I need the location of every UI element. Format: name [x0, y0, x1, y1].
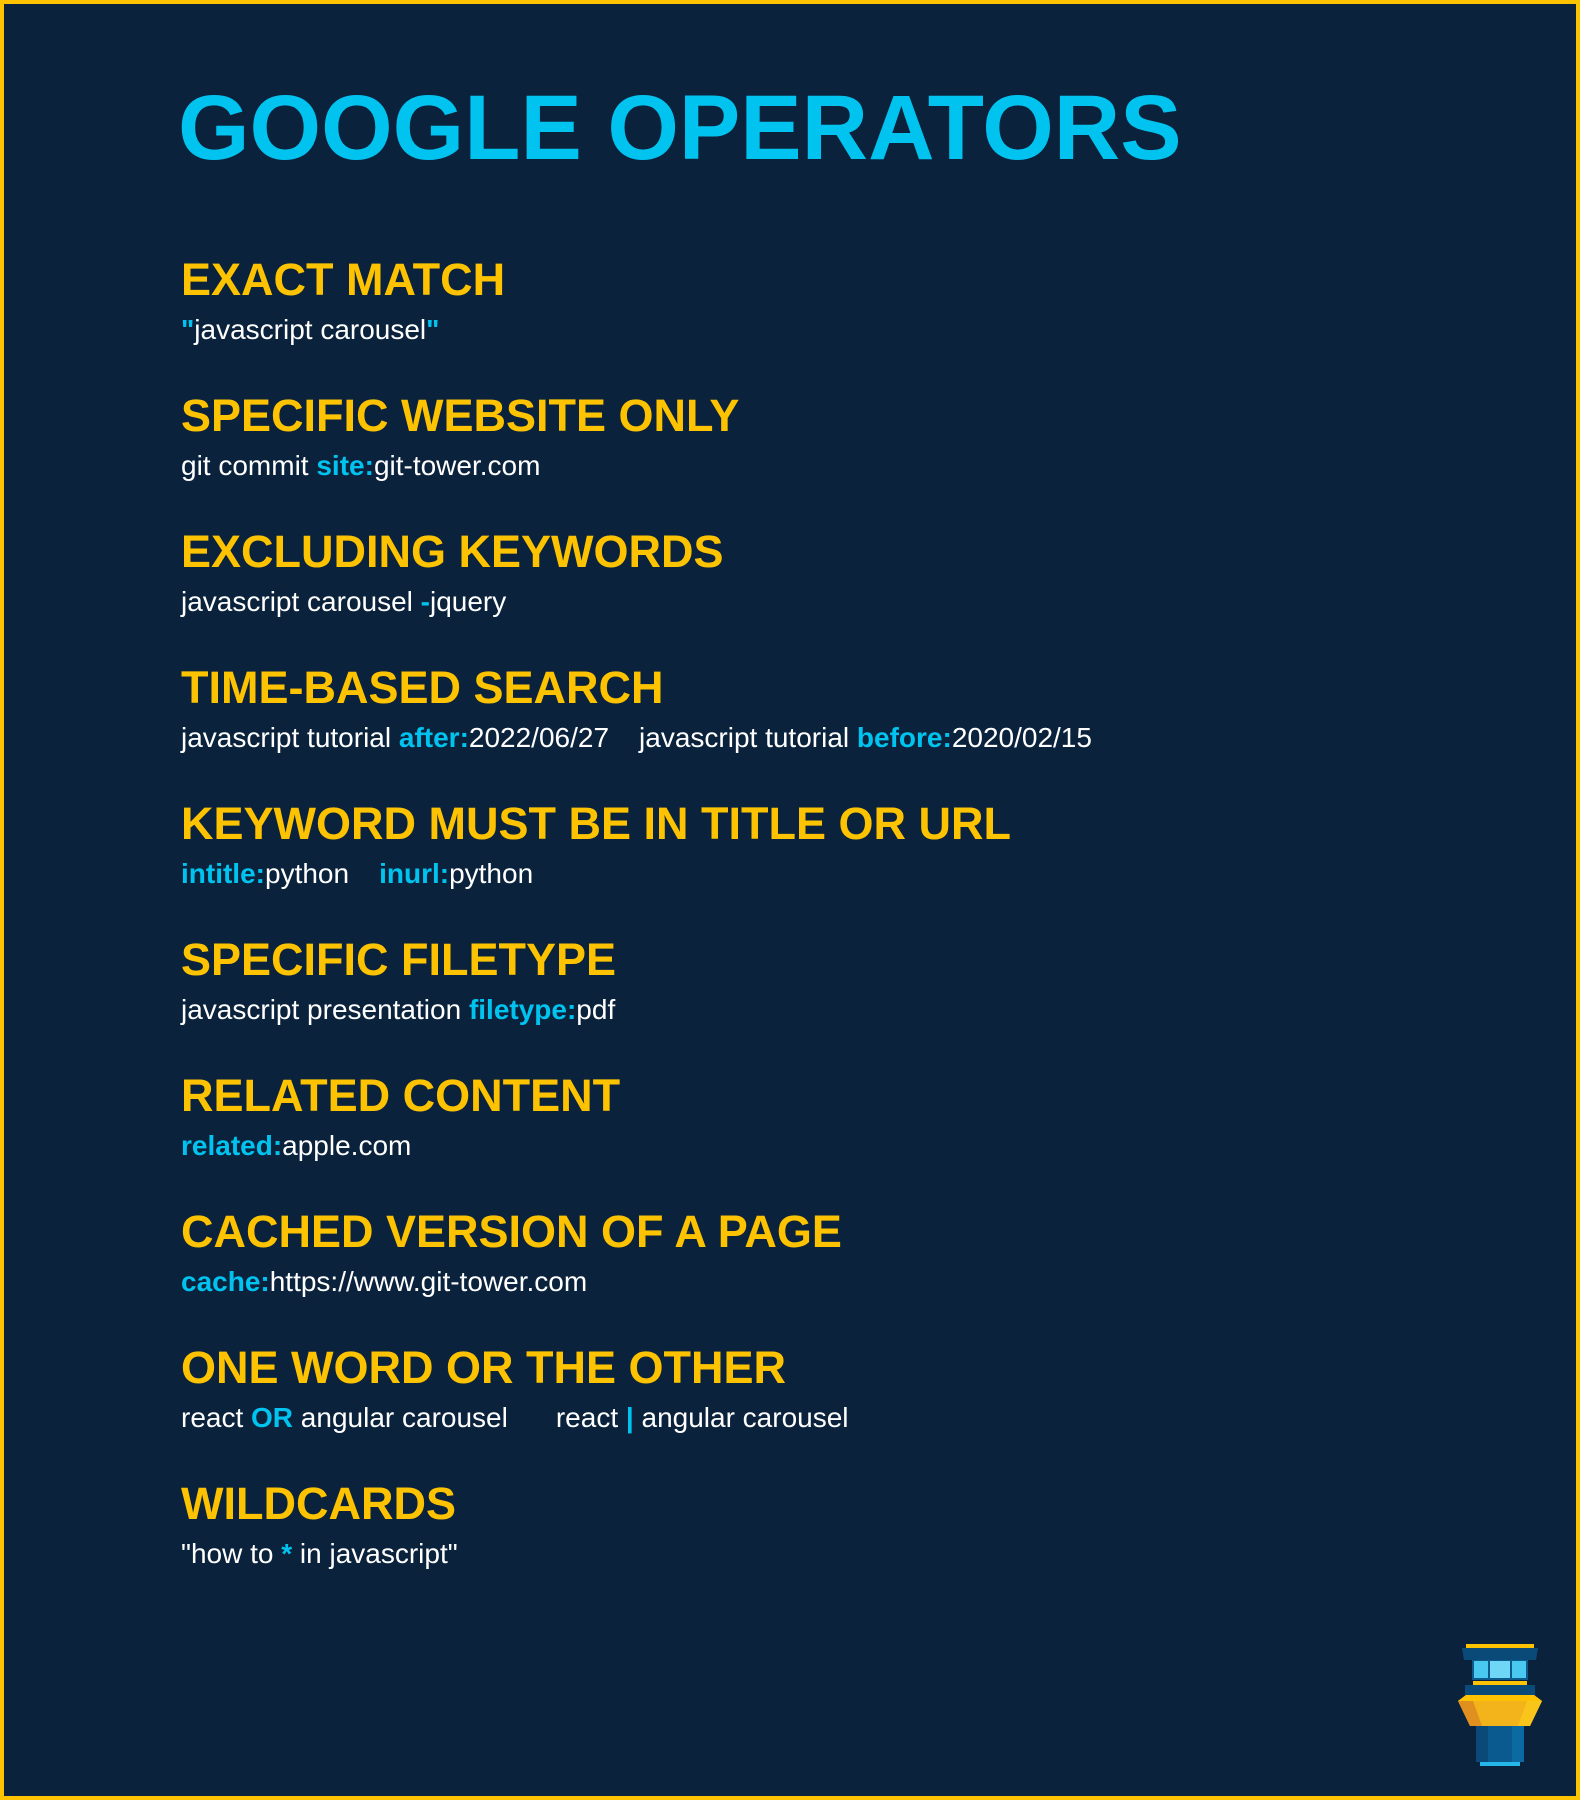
search-example: javascript tutorial after:2022/06/27	[181, 720, 609, 756]
section-heading: TIME-BASED SEARCH	[181, 662, 664, 713]
search-example: related:apple.com	[181, 1128, 411, 1164]
operator-section: WILDCARDS "how to * in javascript"	[181, 1478, 1481, 1614]
search-example: intitle:python	[181, 856, 349, 892]
operator-section: SPECIFIC WEBSITE ONLY git commit site:git…	[181, 390, 1481, 526]
query-text: angular carousel	[293, 1401, 508, 1433]
query-text: javascript presentation	[181, 993, 469, 1025]
section-heading: WILDCARDS	[181, 1478, 456, 1529]
page-title: GOOGLE OPERATORS	[178, 77, 1182, 179]
operator-token: |	[625, 1401, 634, 1433]
operator-token: *	[281, 1537, 293, 1569]
example-row: git commit site:git-tower.com	[181, 448, 1481, 484]
search-example: javascript tutorial before:2020/02/15	[639, 720, 1092, 756]
query-text: git commit	[181, 449, 317, 481]
query-text: https://www.git-tower.com	[269, 1265, 588, 1297]
operator-token: inurl:	[379, 857, 450, 889]
example-row: javascript presentation filetype:pdf	[181, 992, 1481, 1028]
search-example: "javascript carousel"	[181, 312, 439, 348]
section-heading: KEYWORD MUST BE IN TITLE OR URL	[181, 798, 1011, 849]
query-text: react	[181, 1401, 252, 1433]
example-row: javascript carousel -jquery	[181, 584, 1481, 620]
query-text: in javascript"	[292, 1537, 458, 1569]
operator-section: RELATED CONTENT related:apple.com	[181, 1070, 1481, 1206]
operator-token: before:	[856, 721, 952, 753]
search-example: inurl:python	[379, 856, 533, 892]
query-text: python	[265, 857, 350, 889]
search-example: javascript carousel -jquery	[181, 584, 506, 620]
query-text: jquery	[429, 585, 507, 617]
search-example: javascript presentation filetype:pdf	[181, 992, 615, 1028]
operator-token: OR	[251, 1401, 294, 1433]
operator-section: EXCLUDING KEYWORDS javascript carousel -j…	[181, 526, 1481, 662]
query-text: apple.com	[282, 1129, 412, 1161]
tower-logo-icon	[1456, 1644, 1546, 1769]
search-example: react | angular carousel	[556, 1400, 849, 1436]
query-text: pdf	[576, 993, 616, 1025]
poster-frame: GOOGLE OPERATORS EXACT MATCH "javascript …	[0, 0, 1580, 1800]
operator-section: TIME-BASED SEARCH javascript tutorial aft…	[181, 662, 1481, 798]
query-text: javascript tutorial	[181, 721, 399, 753]
operator-token: intitle:	[181, 857, 265, 889]
section-heading: EXACT MATCH	[181, 254, 506, 305]
search-example: react OR angular carousel	[181, 1400, 508, 1436]
example-row: related:apple.com	[181, 1128, 1481, 1164]
operator-token: site:	[316, 449, 374, 481]
example-row: intitle:python inurl:python	[181, 856, 1481, 892]
operator-section: ONE WORD OR THE OTHER react OR angular ca…	[181, 1342, 1481, 1478]
example-row: cache:https://www.git-tower.com	[181, 1264, 1481, 1300]
query-text: 2020/02/15	[951, 721, 1092, 753]
search-example: cache:https://www.git-tower.com	[181, 1264, 587, 1300]
section-heading: SPECIFIC FILETYPE	[181, 934, 617, 985]
operator-token: cache:	[181, 1265, 270, 1297]
operator-token: after:	[398, 721, 469, 753]
section-heading: ONE WORD OR THE OTHER	[181, 1342, 786, 1393]
query-text: react	[555, 1401, 626, 1433]
operator-section: SPECIFIC FILETYPE javascript presentation…	[181, 934, 1481, 1070]
section-heading: EXCLUDING KEYWORDS	[181, 526, 724, 577]
example-row: "javascript carousel"	[181, 312, 1481, 348]
operator-token: related:	[181, 1129, 283, 1161]
operator-section: CACHED VERSION OF A PAGE cache:https://ww…	[181, 1206, 1481, 1342]
example-row: javascript tutorial after:2022/06/27 java…	[181, 720, 1481, 756]
query-text: angular carousel	[633, 1401, 849, 1433]
search-example: "how to * in javascript"	[181, 1536, 458, 1572]
operator-token: "	[181, 313, 195, 345]
operator-token: "	[426, 313, 440, 345]
section-heading: RELATED CONTENT	[181, 1070, 621, 1121]
operator-token: -	[420, 585, 430, 617]
operator-sections: EXACT MATCH "javascript carousel" SPECIFIC…	[181, 254, 1481, 1614]
operator-token: filetype:	[468, 993, 577, 1025]
example-row: react OR angular carousel react | angular…	[181, 1400, 1481, 1436]
section-heading: CACHED VERSION OF A PAGE	[181, 1206, 842, 1257]
query-text: 2022/06/27	[468, 721, 610, 753]
query-text: javascript carousel	[181, 585, 421, 617]
operator-section: KEYWORD MUST BE IN TITLE OR URL intitle:p…	[181, 798, 1481, 934]
query-text: javascript carousel	[194, 313, 427, 345]
query-text: python	[449, 857, 534, 889]
example-row: "how to * in javascript"	[181, 1536, 1481, 1572]
query-text: javascript tutorial	[639, 721, 857, 753]
query-text: git-tower.com	[373, 449, 541, 481]
search-example: git commit site:git-tower.com	[181, 448, 540, 484]
operator-section: EXACT MATCH "javascript carousel"	[181, 254, 1481, 390]
section-heading: SPECIFIC WEBSITE ONLY	[181, 390, 740, 441]
query-text: "how to	[181, 1537, 282, 1569]
